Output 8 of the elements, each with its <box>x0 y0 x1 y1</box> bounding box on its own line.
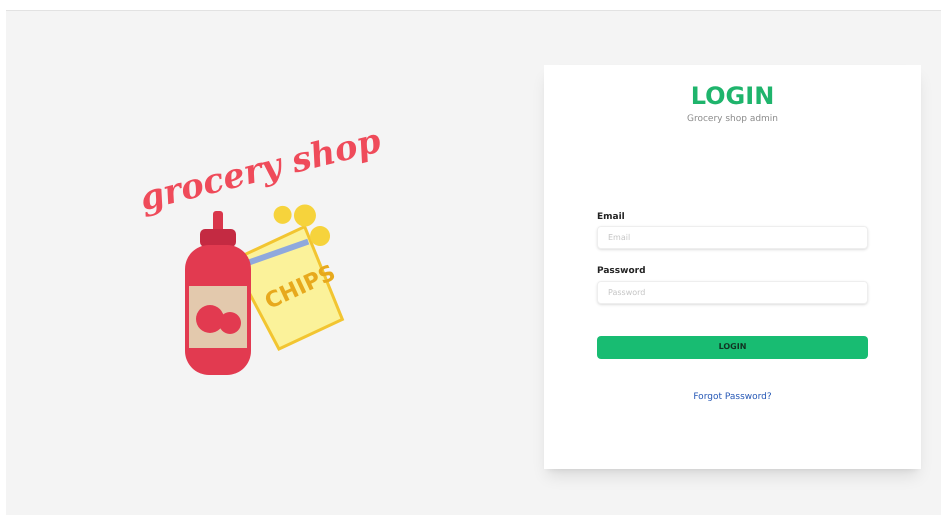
forgot-password-link[interactable]: Forgot Password? <box>693 390 772 404</box>
field-label: Email <box>597 210 626 224</box>
login-subtitle: Grocery shop admin <box>686 113 778 126</box>
login-button[interactable]: LOGIN <box>597 336 868 358</box>
login-title: LOGIN <box>690 81 774 111</box>
input-field[interactable]: Password <box>597 280 868 304</box>
field-label: Password <box>597 265 647 278</box>
input-field[interactable]: Email <box>597 226 868 249</box>
